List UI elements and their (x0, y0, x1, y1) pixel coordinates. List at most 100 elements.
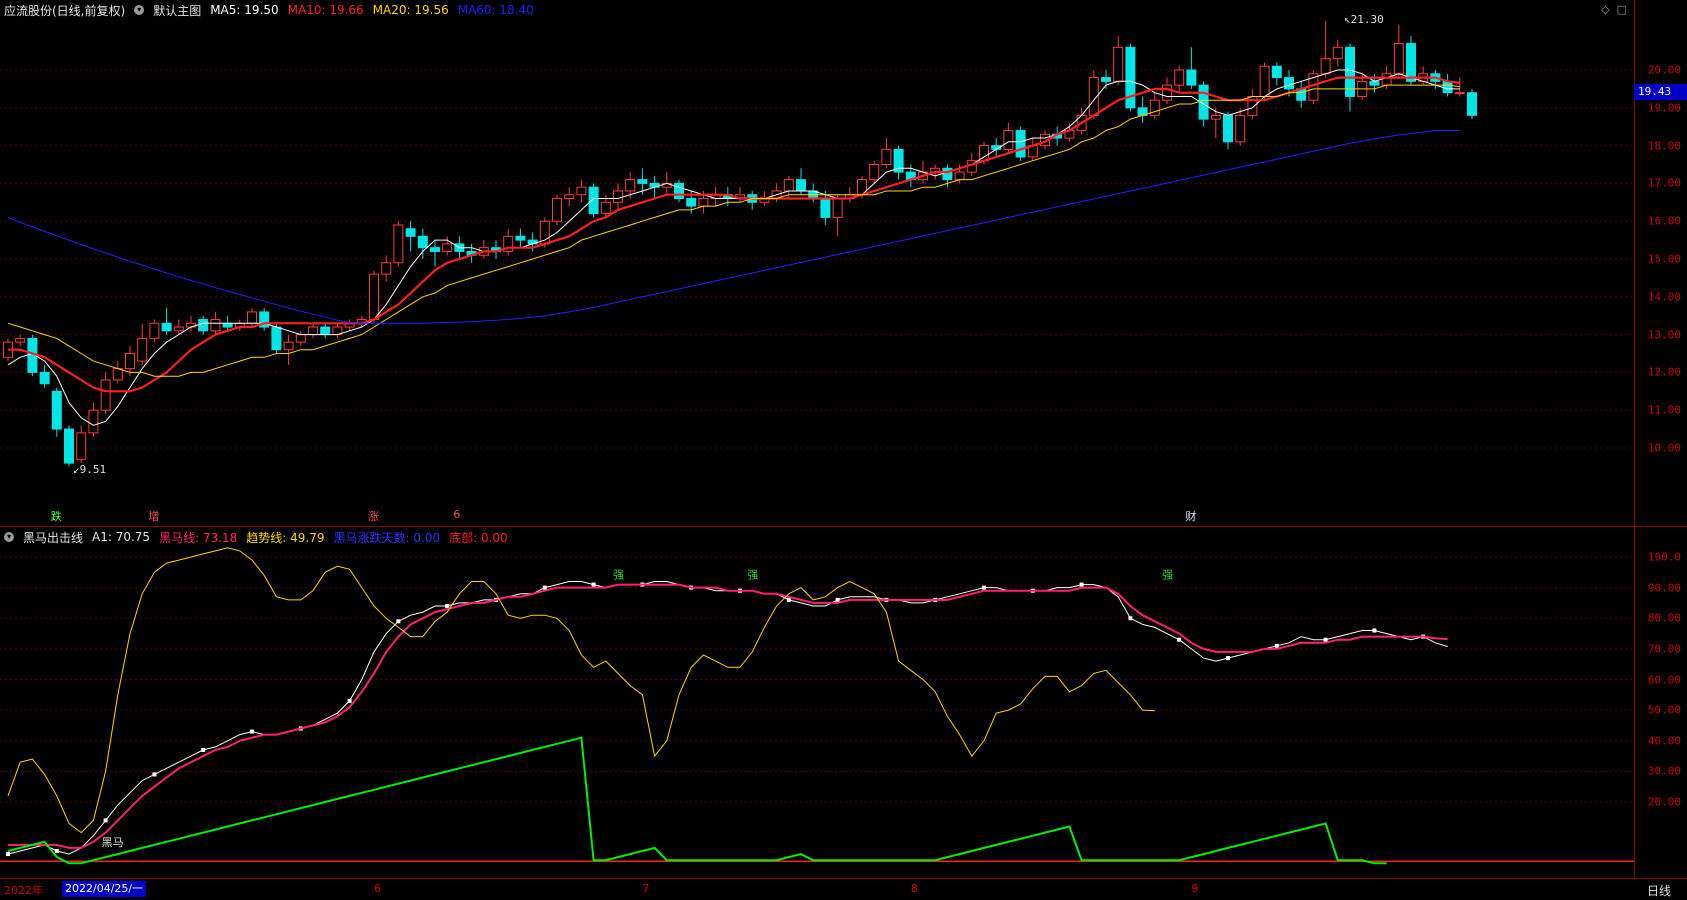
price-tick-label: 19.00 (1647, 101, 1681, 115)
indicator-tick-label: 70.00 (1647, 642, 1681, 656)
indicator-line (8, 583, 1448, 849)
candle-down (1223, 114, 1233, 143)
indicator-title[interactable]: 黑马出击线 (23, 529, 83, 546)
heima-marker-label: 黑马 (101, 836, 124, 850)
high-annotation: ↖21.30 (1344, 12, 1384, 26)
month-label: 8 (910, 882, 918, 895)
ma10-value: MA10: 19.66 (287, 3, 364, 17)
candle-down (39, 371, 50, 385)
indicator-axis[interactable]: 100.0 90.00 80.00 70.00 60.00 50.00 40.00 30.00… (1634, 527, 1687, 878)
chevron-down-icon[interactable]: ▾ (4, 532, 14, 542)
trend-value: 趋势线: 49.79 (246, 530, 325, 545)
indicator-tick-label: 100.0 (1647, 550, 1681, 564)
a1-point (54, 849, 59, 853)
candle-up (1174, 69, 1185, 86)
candle-down (1284, 77, 1294, 90)
candle-down (430, 247, 440, 252)
price-panel[interactable]: 应流股份(日线,前复权) ▾ 默认主图 MA5: 19.50 MA10: 19.… (0, 0, 1687, 526)
candle-up (88, 409, 99, 434)
a1-point (1372, 628, 1377, 633)
price-tick-label: 16.00 (1647, 214, 1681, 228)
candle-up (1162, 84, 1172, 101)
candle-up (137, 337, 148, 362)
candle-up (308, 326, 318, 336)
days-value: 黑马涨跌天数: 0.00 (333, 530, 441, 545)
event-marker-rise[interactable]: 涨 (368, 508, 379, 524)
indicator-tick-label: 30.00 (1647, 764, 1681, 778)
candle-down (588, 186, 599, 215)
time-axis[interactable]: 2022年 2022/04/25/一 6 7 8 9 日线 (0, 878, 1687, 900)
candle-up (1454, 92, 1465, 95)
candle-down (1125, 46, 1136, 109)
a1-point (201, 747, 206, 752)
a1-point (1226, 656, 1230, 661)
candle-up (954, 171, 965, 181)
a1-point (250, 729, 254, 734)
a1-point (103, 818, 108, 823)
candle-down (820, 198, 831, 218)
indicator-panel[interactable]: ▾ 黑马出击线 A1: 70.75 黑马线: 73.18 趋势线: 49.79 … (0, 526, 1687, 878)
candle-up (576, 186, 587, 196)
candle-down (1015, 129, 1026, 158)
month-label: 9 (1191, 882, 1199, 895)
price-axis[interactable]: 20.00 19.00 18.00 17.00 16.00 15.00 14.00 13.00… (1634, 0, 1687, 526)
indicator-chart[interactable]: 强强强 (0, 527, 1634, 879)
price-tick-label: 13.00 (1647, 328, 1681, 342)
candle-down (515, 235, 526, 241)
price-tick-label: 12.00 (1647, 365, 1681, 379)
a1-value: A1: 70.75 (92, 530, 151, 544)
candle-down (1442, 80, 1453, 94)
price-tick-label: 11.00 (1647, 403, 1681, 417)
stock-title: 应流股份(日线,前复权) (4, 3, 126, 18)
price-tick-label: 20.00 (1647, 63, 1681, 77)
candle-up (381, 262, 392, 275)
a1-point (542, 585, 547, 590)
event-marker-finance[interactable]: 财 (1185, 508, 1196, 524)
candle-up (564, 194, 575, 200)
event-marker-increase[interactable]: 增 (148, 508, 159, 524)
a1-point (152, 772, 157, 777)
candle-up (869, 164, 880, 181)
candle-up (1393, 43, 1404, 75)
month-label: 7 (642, 882, 650, 895)
main-legend: 应流股份(日线,前复权) ▾ 默认主图 MA5: 19.50 MA10: 19.… (4, 2, 534, 18)
candle-down (686, 198, 697, 207)
bottom-value: 底部: 0.00 (449, 530, 508, 545)
a1-point (1177, 637, 1182, 642)
cursor-date: 2022/04/25/一 (62, 881, 147, 897)
a1-point (6, 852, 10, 857)
indicator-tick-label: 80.00 (1647, 611, 1681, 625)
candle-up (173, 326, 184, 332)
candle-down (51, 390, 62, 430)
month-label: 6 (374, 882, 381, 895)
a1-point (786, 597, 791, 602)
a1-point (396, 619, 401, 624)
candle-up (295, 334, 306, 343)
candle-up (125, 353, 135, 370)
a1-point (591, 582, 596, 587)
signal-label: 强 (613, 568, 624, 581)
candle-up (369, 273, 379, 320)
period-selector[interactable]: 日线 (1647, 882, 1671, 899)
candle-up (149, 322, 160, 339)
candle-up (783, 179, 794, 192)
ma-line-ma60 (7, 130, 1460, 324)
a1-point (1128, 616, 1133, 621)
price-tick-label: 10.00 (1647, 441, 1681, 455)
candle-up (832, 198, 843, 218)
price-tick-label: 17.00 (1647, 176, 1681, 190)
candle-down (222, 322, 233, 328)
template-name[interactable]: 默认主图 (153, 2, 201, 19)
signal-label: 强 (747, 568, 758, 581)
chevron-down-icon[interactable]: ▾ (134, 5, 145, 15)
candle-down (1406, 43, 1416, 82)
event-marker-drop[interactable]: 跌 (51, 508, 62, 524)
candle-down (1467, 92, 1477, 116)
candle-up (112, 368, 123, 381)
year-label: 2022年 (4, 884, 43, 897)
event-marker-six[interactable]: 6 (453, 508, 460, 521)
candlestick-chart[interactable] (0, 0, 1634, 526)
indicator-tick-label: 60.00 (1647, 673, 1681, 686)
candle-up (210, 318, 221, 332)
candle-up (881, 148, 892, 166)
